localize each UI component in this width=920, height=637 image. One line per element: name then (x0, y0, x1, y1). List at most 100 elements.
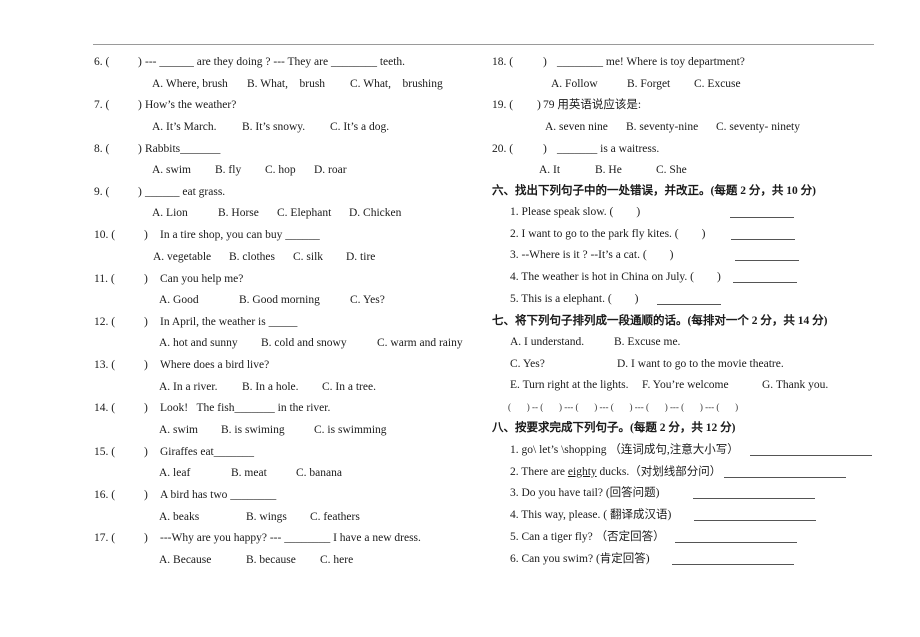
answer-paren-close: ) (144, 272, 148, 285)
answer-option: C. is swimming (314, 423, 387, 436)
answer-option: C. In a tree. (322, 380, 376, 393)
answer-option: B. He (595, 164, 622, 177)
answer-paren-close: ) (144, 229, 148, 242)
section-8-title: 八、按要求完成下列句子。(每题 2 分，共 12 分) (492, 422, 736, 434)
section-7-title: 七、将下列句子排列成一段通顺的话。(每排对一个 2 分，共 14 分) (492, 315, 828, 327)
answer-option: A. Follow (551, 77, 598, 90)
question-stem: In April, the weather is _____ (160, 315, 298, 328)
order-sequence[interactable]: ( ) -- ( ) --- ( ) --- ( ) --- ( ) --- (… (508, 400, 738, 414)
question-number: 11. ( (94, 272, 115, 285)
dialogue-sentence: B. Excuse me. (614, 336, 681, 348)
answer-paren-close: ) (144, 359, 148, 372)
answer-line[interactable] (730, 207, 794, 218)
answer-option: B. It’s snowy. (242, 120, 306, 133)
question-stem: _______ is a waitress. (557, 142, 660, 155)
question-stem: Giraffes eat_______ (160, 445, 254, 458)
answer-paren-close: ) (138, 99, 142, 112)
answer-option: C. feathers (310, 510, 360, 523)
answer-option: C. What, brushing (350, 77, 443, 90)
instruction-note: （否定回答） (595, 530, 665, 543)
question-number: 18. ( (492, 56, 514, 68)
answer-option: A. swim (159, 423, 198, 436)
question-stem: A bird has two ________ (160, 489, 277, 501)
answer-line[interactable] (731, 229, 795, 240)
answer-option: B. meat (231, 467, 267, 480)
answer-option: B. Good morning (239, 294, 320, 306)
answer-line[interactable] (693, 488, 815, 500)
question-number: 20. ( (492, 142, 514, 155)
question-number: 7. ( (94, 99, 110, 112)
answer-paren-close: ) (537, 99, 541, 112)
dialogue-sentence: F. You’re welcome (642, 379, 729, 392)
answer-option: B. cold and snowy (261, 337, 347, 350)
question-stem: Where does a bird live? (160, 359, 270, 372)
item-text: 1. go\ let’s \shopping (510, 444, 610, 456)
header-rule (93, 44, 874, 45)
underlined-word: eighty (567, 465, 597, 478)
answer-option: C. Elephant (277, 207, 332, 220)
question-number: 13. ( (94, 359, 116, 372)
question-number: 19. ( (492, 99, 514, 112)
item-text: 4. This way, please. (510, 509, 604, 522)
question-stem: 79 用英语说应该是: (543, 99, 642, 112)
answer-option: B. What, brush (247, 77, 326, 90)
answer-option: C. She (656, 164, 687, 177)
answer-option: A. Because (159, 553, 212, 566)
answer-line[interactable] (724, 467, 846, 478)
answer-option: C. hop (265, 164, 296, 177)
question-number: 17. ( (94, 532, 116, 545)
answer-option: A. It’s March. (152, 120, 217, 133)
answer-line[interactable] (694, 510, 816, 522)
answer-line[interactable] (657, 294, 721, 305)
answer-line[interactable] (733, 272, 797, 284)
item-text-post: ducks. (596, 465, 630, 478)
rewrite-item: 4. This way, please. ( 翻译成汉语) (510, 508, 671, 522)
answer-option: A. Where, brush (152, 77, 228, 90)
question-number: 10. ( (94, 229, 116, 242)
question-stem: Can you help me? (160, 272, 244, 285)
correction-item: 1. Please speak slow. ( ) (510, 206, 641, 218)
answer-paren-close: ) (144, 402, 148, 415)
answer-paren-close: ) (138, 56, 142, 68)
question-stem: ---Why are you happy? --- ________ I hav… (160, 532, 421, 545)
answer-option: C. here (320, 553, 354, 566)
question-stem: In a tire shop, you can buy ______ (160, 229, 320, 242)
answer-option: B. is swiming (221, 423, 285, 436)
rewrite-item: 6. Can you swim? (肯定回答) (510, 552, 650, 566)
answer-option: D. tire (346, 250, 376, 263)
answer-option: B. wings (246, 510, 287, 523)
question-stem: Rabbits_______ (145, 142, 221, 155)
answer-line[interactable] (735, 250, 799, 262)
dialogue-sentence: E. Turn right at the lights. (510, 379, 629, 392)
answer-option: A. Good (159, 294, 199, 306)
correction-item: 4. The weather is hot in China on July. … (510, 271, 721, 284)
answer-option: A. beaks (159, 510, 200, 523)
answer-option: B. clothes (229, 250, 275, 263)
answer-option: B. In a hole. (242, 380, 299, 393)
answer-option: D. Chicken (349, 207, 402, 220)
item-text: 3. Do you have tail? (510, 487, 606, 500)
answer-line[interactable] (675, 532, 797, 543)
dialogue-sentence: G. Thank you. (762, 379, 829, 392)
question-stem: How’s the weather? (145, 99, 237, 112)
item-text: 6. Can you swim? (510, 552, 596, 565)
rewrite-item: 2. There are eighty ducks.（对划线部分问） (510, 465, 721, 479)
answer-line[interactable] (750, 445, 872, 456)
instruction-note: (肯定回答) (595, 552, 650, 565)
answer-option: A. swim (152, 164, 191, 177)
answer-option: C. Yes? (350, 294, 385, 306)
rewrite-item: 3. Do you have tail? (回答问题) (510, 486, 659, 500)
item-text: 2. There are (510, 465, 568, 478)
answer-option: C. warm and rainy (377, 337, 463, 350)
question-number: 15. ( (94, 445, 116, 458)
rewrite-item: 5. Can a tiger fly? （否定回答） (510, 530, 665, 544)
answer-paren-close: ) (543, 142, 547, 155)
question-number: 9. ( (94, 185, 110, 198)
instruction-note: （连词成句,注意大小写） (609, 444, 739, 456)
answer-line[interactable] (672, 554, 794, 565)
dialogue-sentence: C. Yes? (510, 357, 545, 370)
question-number: 6. ( (94, 56, 110, 68)
question-number: 8. ( (94, 142, 110, 155)
answer-option: A. Lion (152, 207, 188, 220)
answer-paren-close: ) (144, 489, 148, 501)
